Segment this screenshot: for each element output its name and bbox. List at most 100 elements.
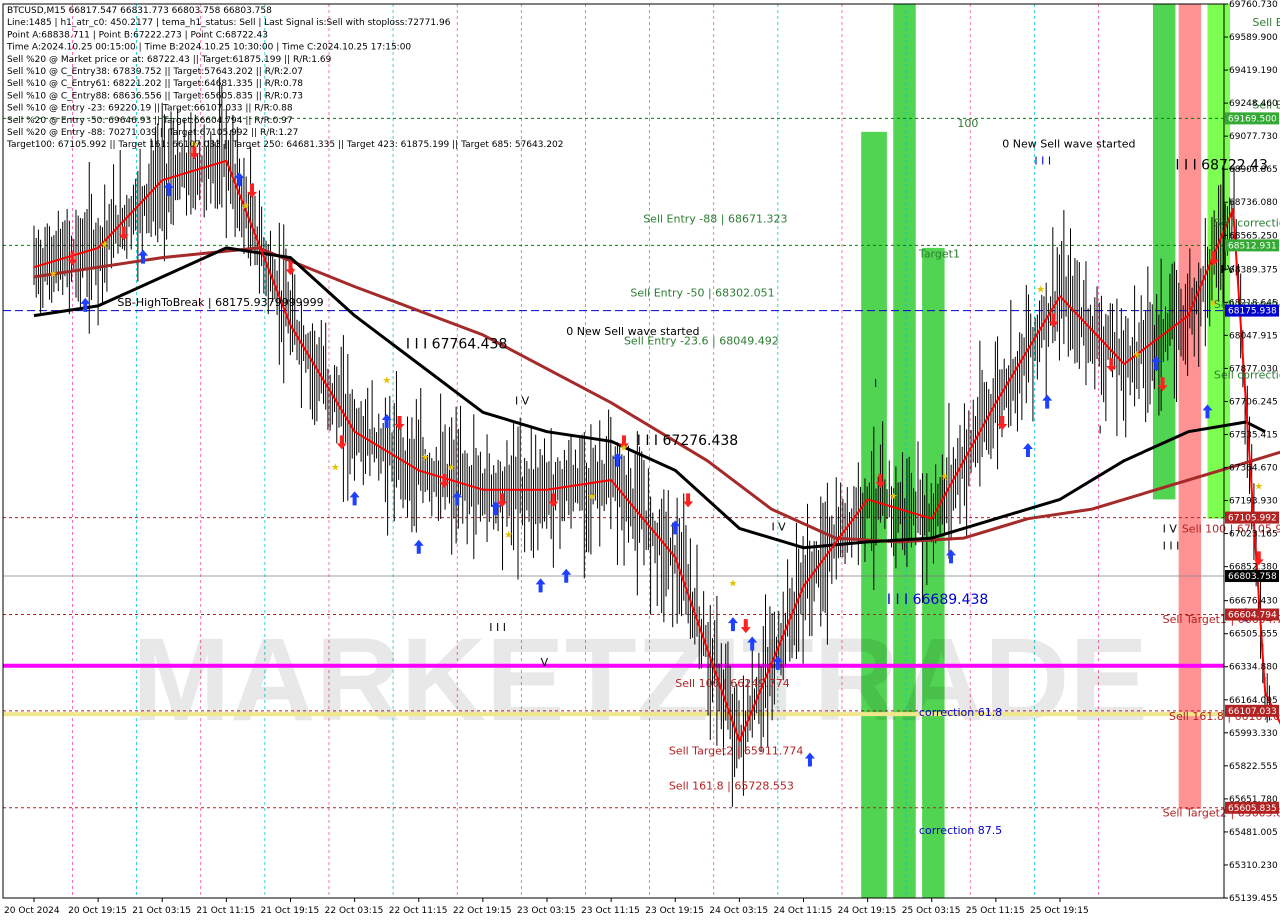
signal-zone-4 xyxy=(1178,4,1202,809)
chart-annotation: 100 xyxy=(957,117,978,130)
y-tick-label: 66505.655 xyxy=(1229,630,1278,640)
x-tick-label: 21 Oct 19:15 xyxy=(261,906,320,916)
x-tick-label: 23 Oct 19:15 xyxy=(645,906,704,916)
price-tag-label: 67105.992 xyxy=(1228,514,1277,524)
price-tag-label: 65605.835 xyxy=(1228,804,1277,814)
signal-zone-1 xyxy=(893,4,916,898)
x-tick-label: 22 Oct 03:15 xyxy=(325,906,384,916)
y-tick-label: 66676.430 xyxy=(1229,597,1278,607)
star-icon: ★ xyxy=(241,201,250,212)
star-icon: ★ xyxy=(940,472,949,483)
chart-annotation: I I I 66689.438 xyxy=(887,592,988,608)
y-tick-label: 69077.730 xyxy=(1229,132,1278,142)
chart-annotation: Target1 xyxy=(918,248,960,261)
y-tick-label: 67535.415 xyxy=(1229,430,1278,440)
chart-annotation: I I I 67276.438 xyxy=(637,433,738,449)
y-tick-label: 66334.880 xyxy=(1229,663,1278,673)
x-tick-label: 22 Oct 11:15 xyxy=(389,906,448,916)
info-line-5: Sell %10 @ C_Entry38: 67839.752 || Targe… xyxy=(7,67,303,77)
info-line-8: Sell %10 @ Entry -23: 69220.19 || Target… xyxy=(7,104,293,114)
chart-annotation: Sell Entry -88 | 68671.323 xyxy=(643,213,787,226)
y-tick-label: 66164.095 xyxy=(1229,696,1278,706)
chart-annotation: V xyxy=(541,656,549,669)
chart-annotation: I V xyxy=(515,395,530,408)
x-tick-label: 21 Oct 03:15 xyxy=(132,906,191,916)
star-icon: ★ xyxy=(446,462,455,473)
x-tick-label: 24 Oct 03:15 xyxy=(709,906,768,916)
price-tag-label: 68512.931 xyxy=(1228,241,1277,251)
chart-annotation: 0 New Sell wave started xyxy=(1002,137,1135,150)
price-tag-label: 68175.938 xyxy=(1228,307,1277,317)
chart-annotation: Sell Entry -50 | 69646.93 xyxy=(1252,16,1280,29)
info-line-2: Point A:68838.711 | Point B:67222.273 | … xyxy=(7,30,268,40)
chart-annotation: I xyxy=(874,377,877,390)
chart-annotation: I I I xyxy=(1034,155,1051,168)
x-tick-label: 21 Oct 11:15 xyxy=(196,906,255,916)
y-tick-label: 67364.670 xyxy=(1229,464,1278,474)
x-tick-label: 20 Oct 19:15 xyxy=(68,906,127,916)
x-tick-label: 25 Oct 19:15 xyxy=(1030,906,1089,916)
chart-annotation: Sell 161.8 | 65728.553 xyxy=(669,780,794,793)
chart-annotation: correction 87.5 xyxy=(919,824,1002,837)
x-tick-label: 20 Oct 2024 xyxy=(4,906,60,916)
watermark: MARKETZITRADE xyxy=(132,614,1148,746)
x-tick-label: 23 Oct 11:15 xyxy=(581,906,640,916)
info-line-7: Sell %10 @ C_Entry88: 68636.556 || Targe… xyxy=(7,91,303,101)
info-line-4: Sell %20 @ Market price or at: 68722.43 … xyxy=(7,55,332,65)
x-tick-label: 23 Oct 03:15 xyxy=(517,906,576,916)
x-tick-label: 24 Oct 19:15 xyxy=(838,906,897,916)
x-tick-label: 24 Oct 11:15 xyxy=(774,906,833,916)
star-icon: ★ xyxy=(331,462,340,473)
star-icon: ★ xyxy=(889,491,898,502)
price-tag-label: 66803.758 xyxy=(1228,572,1277,582)
y-tick-label: 68736.080 xyxy=(1229,198,1278,208)
info-line-9: Sell %20 @ Entry -50: 69646.93 || Target… xyxy=(7,116,293,126)
chart-annotation: Sell 100 | 66249.774 xyxy=(675,677,790,690)
watermark-text: MARKETZITRADE xyxy=(132,614,1148,746)
chart-annotation: Sell Entry -23.6 | 68049.492 xyxy=(624,335,779,348)
y-tick-label: 67706.245 xyxy=(1229,397,1278,407)
y-tick-label: 68389.375 xyxy=(1229,265,1278,275)
price-tag-label: 66604.794 xyxy=(1228,611,1277,621)
x-tick-label: 25 Oct 11:15 xyxy=(966,906,1025,916)
price-tag-label: 66107.033 xyxy=(1228,707,1277,717)
y-tick-label: 65310.230 xyxy=(1229,861,1278,871)
chart-annotation: correction 61.8 xyxy=(919,706,1002,719)
y-tick-label: 65139.455 xyxy=(1229,894,1278,904)
chart-annotation: I I I xyxy=(1163,540,1180,553)
y-tick-label: 69760.730 xyxy=(1229,0,1278,10)
x-tick-label: 25 Oct 03:15 xyxy=(902,906,961,916)
x-tick-label: 22 Oct 19:15 xyxy=(453,906,512,916)
chart-annotation: I V xyxy=(771,520,786,533)
star-icon: ★ xyxy=(421,453,430,464)
chart-annotation: I I I xyxy=(489,621,506,634)
y-tick-label: 69248.460 xyxy=(1229,99,1278,109)
signal-zone-2 xyxy=(922,247,945,898)
star-icon: ★ xyxy=(49,269,58,280)
info-line-10: Sell %20 @ Entry -88: 70271.039 || Targe… xyxy=(7,128,298,138)
info-line-1: Line:1485 | h1_atr_c0: 450.2177 | tema_h… xyxy=(7,18,451,28)
star-icon: ★ xyxy=(1132,350,1141,361)
price-chart[interactable]: MARKETZITRADE ★★★★★★★★★★★★★★★★★★ Sell En… xyxy=(0,0,1280,920)
star-icon: ★ xyxy=(587,491,596,502)
chart-annotation: I I I 67764.438 xyxy=(406,336,507,352)
info-line-6: Sell %10 @ C_Entry61: 68221.202 || Targe… xyxy=(7,79,303,89)
chart-annotation: Sell Entry -50 | 68302.051 xyxy=(630,286,774,299)
y-tick-label: 65822.555 xyxy=(1229,762,1278,772)
y-tick-label: 67877.030 xyxy=(1229,364,1278,374)
y-tick-label: 69419.190 xyxy=(1229,66,1278,76)
y-tick-label: 69589.900 xyxy=(1229,33,1278,43)
y-tick-label: 67023.165 xyxy=(1229,530,1278,540)
star-icon: ★ xyxy=(619,443,628,454)
star-icon: ★ xyxy=(100,240,109,251)
info-line-0: BTCUSD,M15 66817.547 66831.773 66803.758… xyxy=(7,6,272,16)
star-icon: ★ xyxy=(1254,482,1263,493)
chart-annotation: I xyxy=(1098,424,1101,437)
y-tick-label: 65993.330 xyxy=(1229,729,1278,739)
star-icon: ★ xyxy=(1036,284,1045,295)
star-icon: ★ xyxy=(728,578,737,589)
info-line-3: Time A:2024.10.25 00:15:00 | Time B:2024… xyxy=(6,43,411,53)
price-tag-label: 69169.500 xyxy=(1228,114,1277,124)
y-tick-label: 68906.865 xyxy=(1229,165,1278,175)
chart-annotation: Sell Target2 | 65911.774 xyxy=(669,745,804,758)
